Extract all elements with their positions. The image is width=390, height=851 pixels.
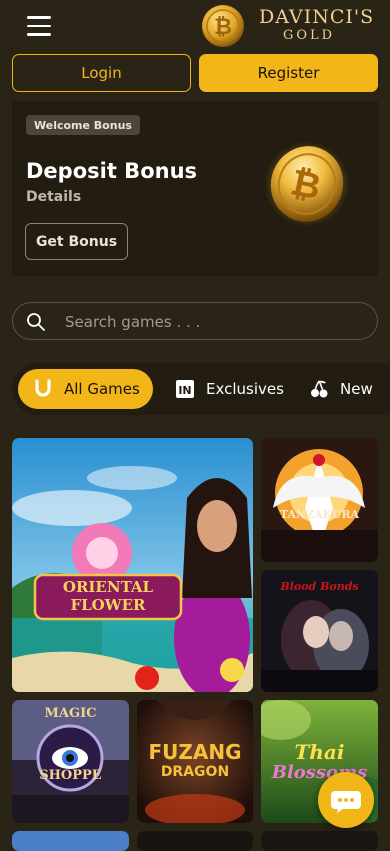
promo-badge: Welcome Bonus: [26, 115, 140, 135]
logo-subtext: GOLD: [283, 28, 336, 43]
promo-card: Welcome Bonus Deposit Bonus Details Get …: [12, 101, 378, 276]
game-title: Thai: [294, 740, 345, 764]
chat-bubble-icon: [331, 791, 361, 813]
game-thumbnail: [261, 438, 378, 562]
svg-text:₿: ₿: [214, 15, 232, 40]
game-title: FLOWER: [70, 596, 146, 614]
search-bar: [12, 302, 378, 341]
cherries-icon: [311, 380, 328, 398]
tab-exclusives[interactable]: IN Exclusives: [174, 369, 284, 409]
game-title: MAGIC: [44, 706, 97, 721]
game-tile-blood-bonds[interactable]: Blood Bonds: [261, 570, 378, 692]
game-tile[interactable]: [137, 831, 253, 851]
game-tile-oriental-flower[interactable]: ORIENTAL FLOWER: [12, 438, 253, 692]
tab-label: New: [340, 380, 373, 398]
login-button[interactable]: Login: [12, 54, 191, 92]
promo-details-link[interactable]: Details: [26, 189, 81, 205]
game-title: TANZAKURA: [279, 508, 360, 521]
logo-text: DAVINCI'S: [259, 6, 375, 28]
tab-new[interactable]: New: [308, 369, 373, 409]
register-button[interactable]: Register: [199, 54, 378, 92]
bitcoin-coin-icon: ₿: [264, 141, 350, 227]
chat-button[interactable]: [318, 772, 374, 828]
game-tile-tanzakura[interactable]: TANZAKURA: [261, 438, 378, 562]
game-title: DRAGON: [160, 764, 230, 780]
tab-all-games[interactable]: All Games: [18, 369, 153, 409]
game-thumbnail: [12, 438, 253, 692]
game-tile[interactable]: [261, 831, 378, 851]
game-title: Blood Bonds: [280, 580, 359, 593]
promo-title: Deposit Bonus: [26, 159, 198, 183]
get-bonus-button[interactable]: Get Bonus: [25, 223, 128, 260]
tab-label: All Games: [64, 380, 140, 398]
tab-label: Exclusives: [206, 380, 284, 398]
game-title: SHOPPE: [39, 768, 102, 783]
bitcoin-coin-icon: ₿: [202, 5, 244, 47]
game-tile-magic-shoppe[interactable]: MAGIC SHOPPE: [12, 700, 129, 823]
game-tile-fuzang-dragon[interactable]: FUZANG DRAGON: [137, 700, 253, 823]
search-icon: [27, 313, 45, 331]
header: ₿ DAVINCI'S GOLD: [0, 0, 390, 50]
menu-icon[interactable]: [27, 16, 51, 36]
search-input[interactable]: [63, 303, 367, 341]
category-tabs: All Games IN Exclusives New: [12, 363, 390, 415]
game-title: FUZANG: [148, 740, 242, 764]
game-tile[interactable]: [12, 831, 129, 851]
game-title: ORIENTAL: [62, 578, 154, 596]
brand-logo[interactable]: ₿ DAVINCI'S GOLD: [201, 4, 375, 48]
svg-text:IN: IN: [178, 384, 191, 397]
horseshoe-icon: [35, 379, 51, 397]
in-badge-icon: IN: [176, 380, 194, 398]
